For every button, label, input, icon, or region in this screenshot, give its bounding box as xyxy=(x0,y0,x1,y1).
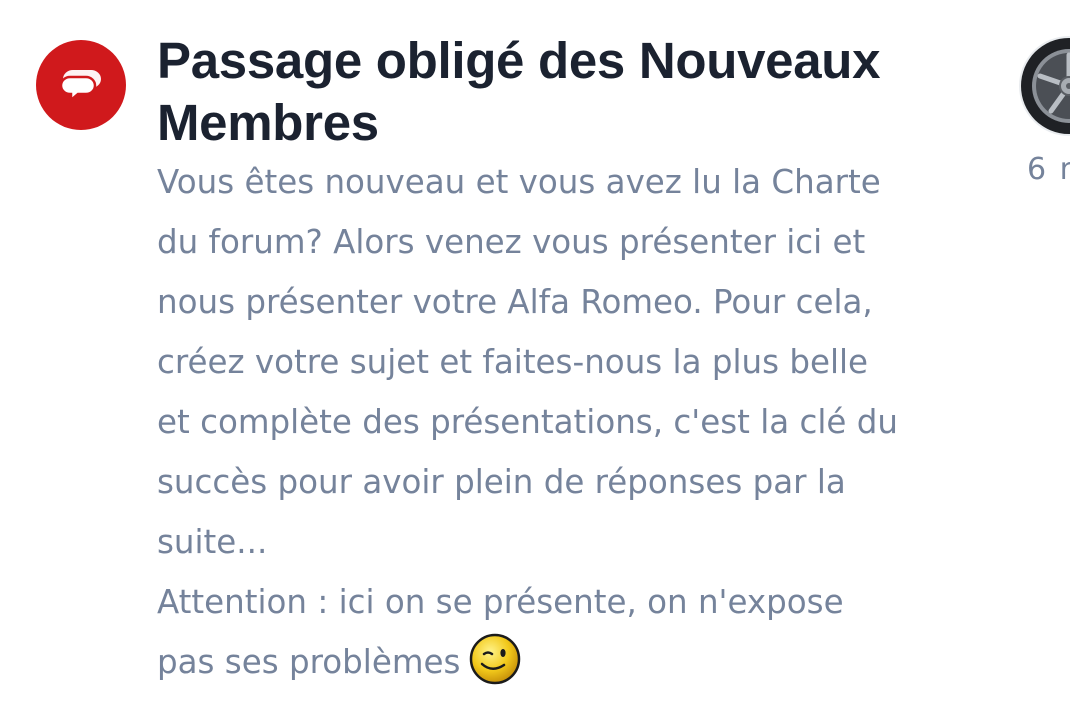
description-line: succès pour avoir plein de réponses par … xyxy=(157,463,846,501)
description-text: pas ses problèmes xyxy=(157,643,461,681)
forum-content: Passage obligé des Nouveaux Membres Vous… xyxy=(157,30,997,692)
description-line: créez votre sujet et faites-nous la plus… xyxy=(157,343,869,381)
chat-bubbles-icon xyxy=(36,40,126,130)
forum-title[interactable]: Passage obligé des Nouveaux Membres xyxy=(157,30,997,154)
description-line: Attention : ici on se présente, on n'exp… xyxy=(157,583,844,621)
description-line: suite... xyxy=(157,523,268,561)
description-line: du forum? Alors venez vous présenter ici… xyxy=(157,223,866,261)
last-post-time: 6 m xyxy=(1027,152,1070,187)
description-line: nous présenter votre Alfa Romeo. Pour ce… xyxy=(157,283,873,321)
wink-emoji-icon xyxy=(468,632,522,686)
description-line: Vous êtes nouveau et vous avez lu la Cha… xyxy=(157,163,881,201)
wheel-avatar[interactable] xyxy=(1019,36,1070,136)
description-line: et complète des présentations, c'est la … xyxy=(157,403,898,441)
description-line-last: pas ses problèmes xyxy=(157,632,997,692)
forum-row[interactable]: Passage obligé des Nouveaux Membres Vous… xyxy=(0,0,1070,706)
forum-description: Vous êtes nouveau et vous avez lu la Cha… xyxy=(157,152,997,692)
